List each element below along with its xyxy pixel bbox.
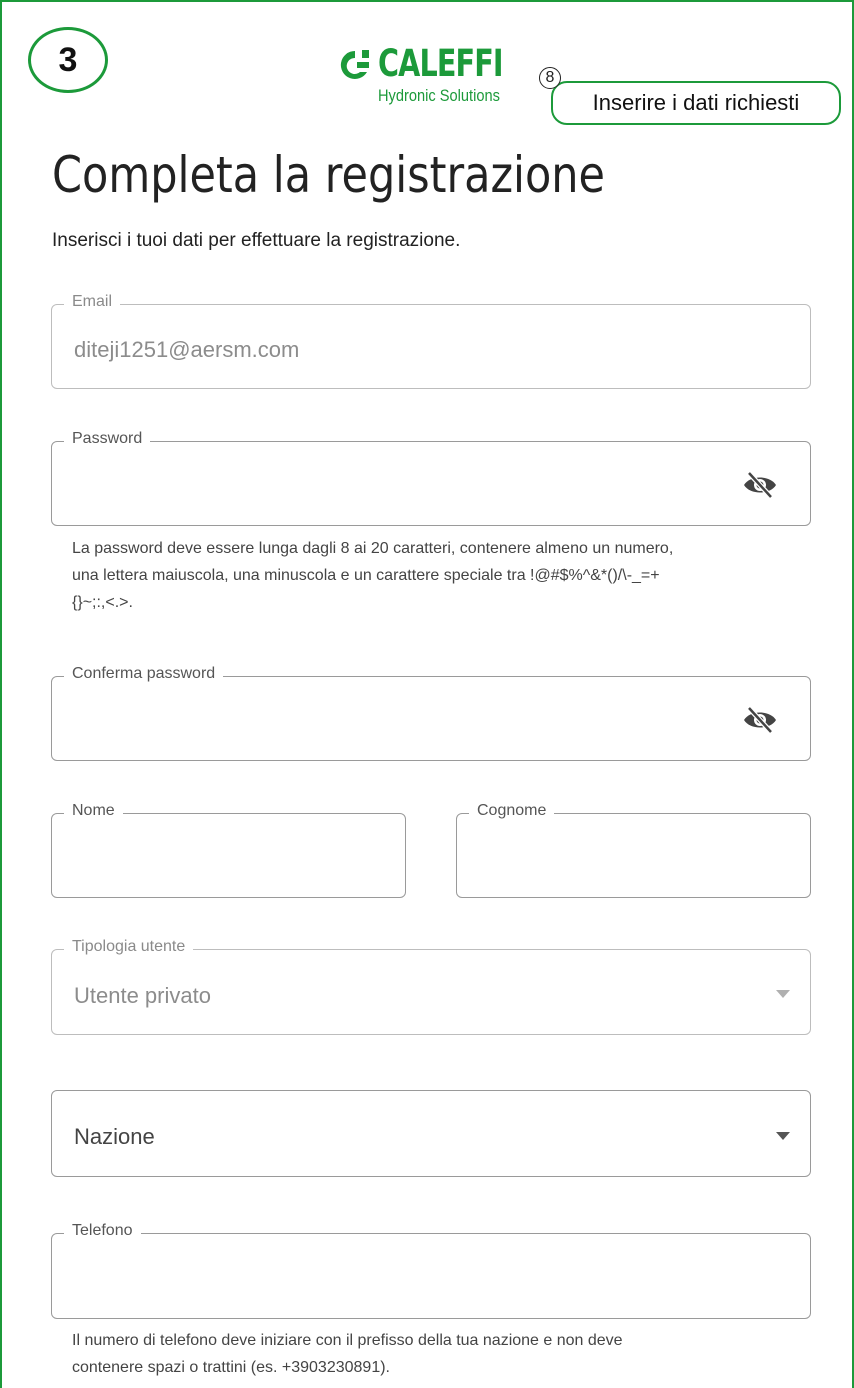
callout-text: Inserire i dati richiesti — [592, 90, 800, 115]
page-subtitle: Inserisci i tuoi dati per effettuare la … — [52, 230, 461, 251]
phone-label: Telefono — [64, 1222, 141, 1240]
password-field[interactable]: Password — [51, 430, 811, 526]
caret-down-icon — [776, 990, 790, 998]
first-name-field[interactable]: Nome — [51, 802, 406, 898]
step-number: 3 — [58, 40, 78, 79]
caret-down-icon — [776, 1132, 790, 1140]
email-label: Email — [64, 293, 121, 311]
confirm-password-label: Conferma password — [64, 665, 224, 683]
password-hint-line: {}~;:,<.>. — [72, 594, 133, 611]
phone-hint-line: contenere spazi o trattini (es. +3903230… — [72, 1359, 390, 1376]
step-number-badge: 3 — [28, 27, 108, 93]
page-title: Completa la registrazione — [52, 146, 606, 204]
password-label: Password — [64, 430, 151, 448]
email-value: diteji1251@aersm.com — [74, 337, 300, 362]
phone-hint: Il numero di telefono deve iniziare con … — [72, 1327, 623, 1381]
caleffi-logo: CALEFFI Hydronic Solutions — [336, 40, 536, 112]
phone-field[interactable]: Telefono — [51, 1222, 811, 1319]
logo-tagline: Hydronic Solutions — [378, 86, 500, 105]
logo-brand: CALEFFI — [378, 42, 504, 85]
eye-off-icon[interactable] — [740, 469, 780, 501]
eye-off-icon[interactable] — [740, 704, 780, 736]
confirm-password-field[interactable]: Conferma password — [51, 665, 811, 761]
user-type-label: Tipologia utente — [64, 938, 194, 956]
password-hint: La password deve essere lunga dagli 8 ai… — [72, 535, 673, 616]
user-type-select[interactable]: Tipologia utente Utente privato — [51, 938, 811, 1035]
country-placeholder: Nazione — [74, 1124, 155, 1149]
password-hint-line: una lettera maiuscola, una minuscola e u… — [72, 567, 660, 584]
user-type-value: Utente privato — [74, 983, 211, 1008]
callout-box: Inserire i dati richiesti — [551, 81, 841, 125]
phone-hint-line: Il numero di telefono deve iniziare con … — [72, 1332, 623, 1349]
email-field[interactable]: Email diteji1251@aersm.com — [51, 293, 811, 389]
caleffi-mark-icon — [340, 50, 369, 79]
country-select[interactable]: Nazione — [51, 1090, 811, 1177]
first-name-label: Nome — [64, 802, 123, 820]
last-name-field[interactable]: Cognome — [456, 802, 811, 898]
callout-number: 8 — [539, 67, 561, 89]
password-hint-line: La password deve essere lunga dagli 8 ai… — [72, 540, 674, 557]
last-name-label: Cognome — [469, 802, 555, 820]
